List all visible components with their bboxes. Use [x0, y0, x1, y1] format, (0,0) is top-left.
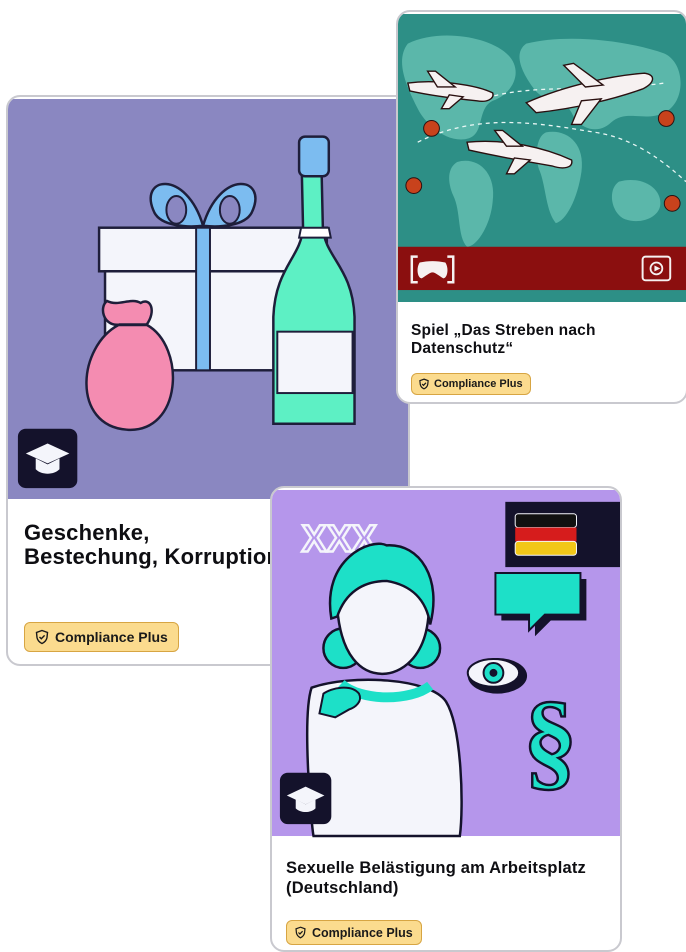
shield-check-icon — [419, 378, 429, 390]
course-title: Geschenke, Bestechung, Korruption — [24, 520, 281, 569]
compliance-plus-badge: Compliance Plus — [24, 622, 179, 652]
course-card-harassment[interactable]: XXX § Sexuelle Belästigung am Arbeitspla… — [270, 486, 622, 952]
badge-label: Compliance Plus — [312, 925, 413, 940]
shield-check-icon — [295, 926, 306, 939]
course-title: Spiel „Das Streben nach Datenschutz“ — [411, 322, 596, 357]
course-image-harassment: XXX § — [272, 488, 620, 838]
svg-text:§: § — [523, 680, 577, 801]
compliance-plus-badge: Compliance Plus — [286, 920, 422, 945]
compliance-plus-badge: Compliance Plus — [411, 373, 531, 395]
course-image-game — [398, 12, 686, 304]
course-image-gifts — [8, 97, 408, 501]
course-card-game[interactable]: Spiel „Das Streben nach Datenschutz“ Com… — [396, 10, 686, 404]
badge-label: Compliance Plus — [55, 629, 168, 645]
badge-label: Compliance Plus — [434, 378, 523, 390]
germany-flag-icon — [514, 513, 577, 556]
shield-check-icon — [35, 629, 49, 645]
course-title: Sexuelle Belästigung am Arbeitsplatz (De… — [286, 859, 587, 897]
